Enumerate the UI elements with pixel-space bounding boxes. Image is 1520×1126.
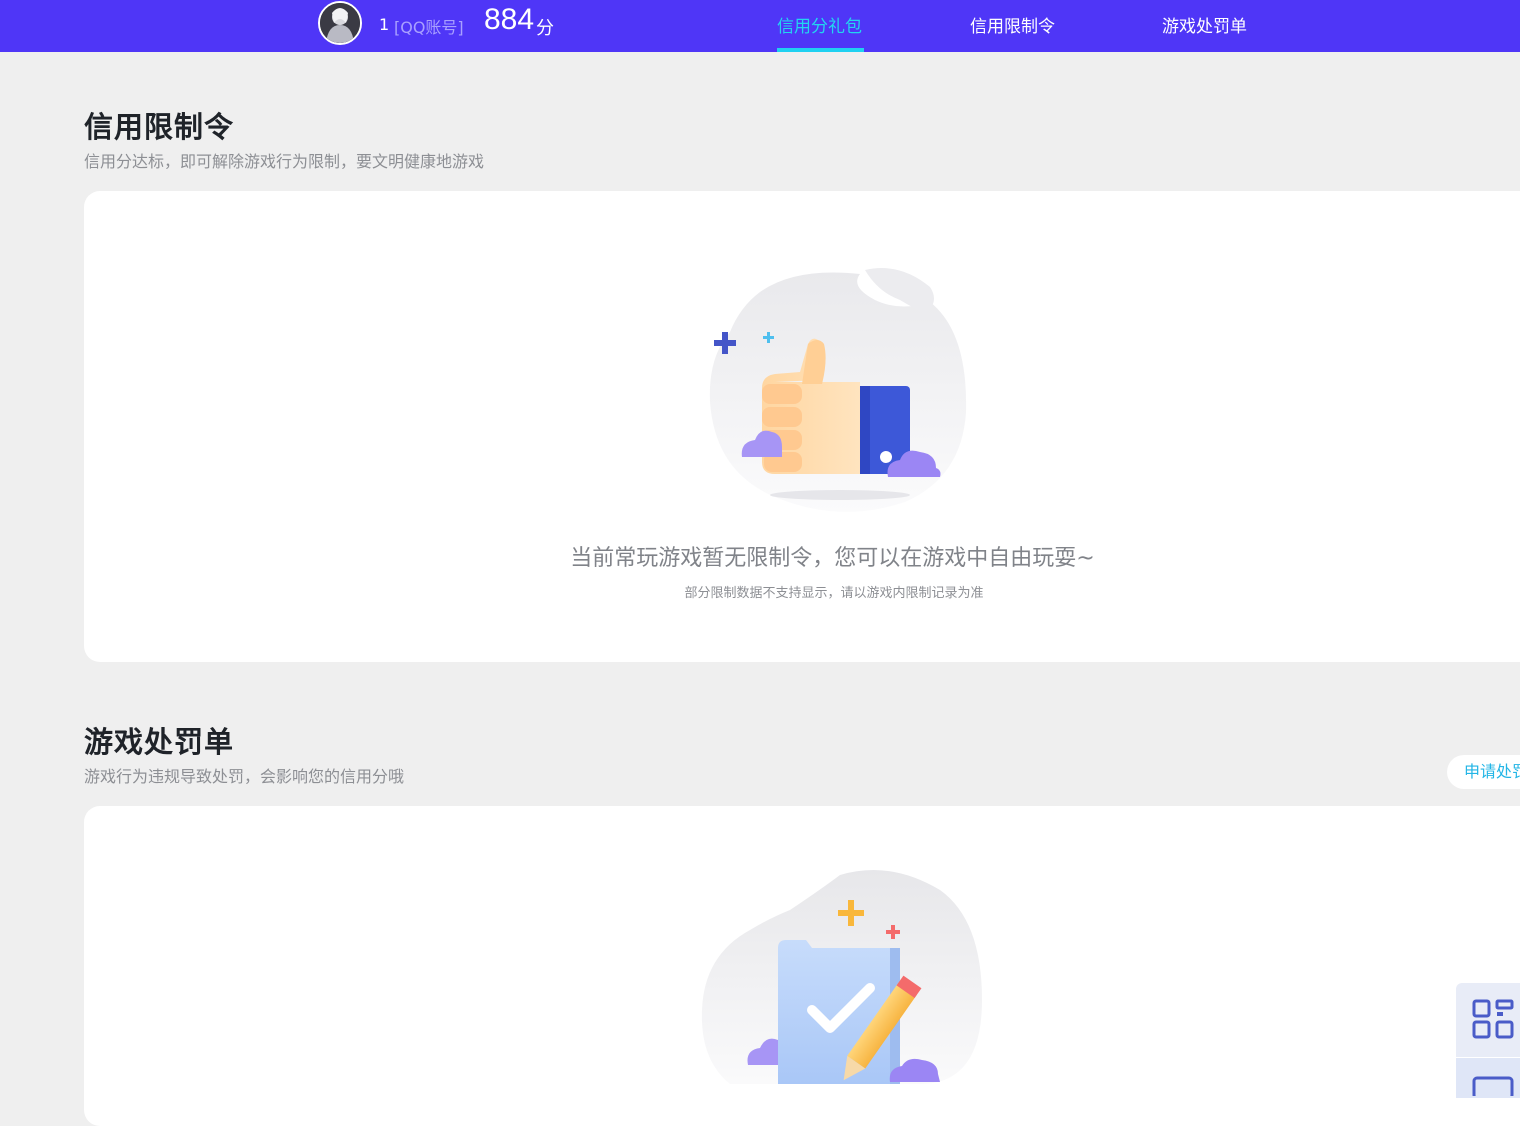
avatar[interactable] (318, 1, 362, 45)
floating-side-panel (1456, 983, 1520, 1098)
credit-score-value: 884 (484, 3, 535, 36)
penalty-section-subtitle: 游戏行为违规导致处罚，会影响您的信用分哦 (84, 767, 405, 786)
empty-restriction-message: 当前常玩游戏暂无限制令，您可以在游戏中自由玩耍~ (570, 546, 1095, 571)
qr-code-button[interactable] (1456, 983, 1520, 1057)
user-number: 1 (379, 15, 390, 34)
thumbs-up-illustration (709, 268, 967, 512)
tab-credit-gift[interactable]: 信用分礼包 (777, 12, 862, 37)
top-navigation-bar: 1 [QQ账号] 884 分 信用分礼包 信用限制令 游戏处罚单 (0, 0, 1520, 52)
avatar-image (320, 3, 360, 43)
credit-score-unit: 分 (536, 18, 554, 39)
penalty-section-title: 游戏处罚单 (84, 725, 235, 759)
account-type-label: [QQ账号] (394, 18, 464, 37)
restriction-data-note: 部分限制数据不支持显示，请以游戏内限制记录为准 (684, 586, 984, 601)
checklist-illustration (701, 870, 982, 1084)
screen-button[interactable] (1456, 1058, 1520, 1098)
active-tab-indicator (777, 48, 864, 52)
restriction-section-subtitle: 信用分达标，即可解除游戏行为限制，要文明健康地游戏 (84, 152, 485, 171)
restriction-section-title: 信用限制令 (84, 110, 235, 144)
qr-code-icon (1472, 999, 1514, 1039)
screen-icon (1472, 1076, 1514, 1096)
apply-penalty-button[interactable]: 申请处罚 (1447, 755, 1520, 789)
tab-credit-restriction[interactable]: 信用限制令 (970, 12, 1055, 37)
tab-game-penalty[interactable]: 游戏处罚单 (1162, 12, 1247, 37)
